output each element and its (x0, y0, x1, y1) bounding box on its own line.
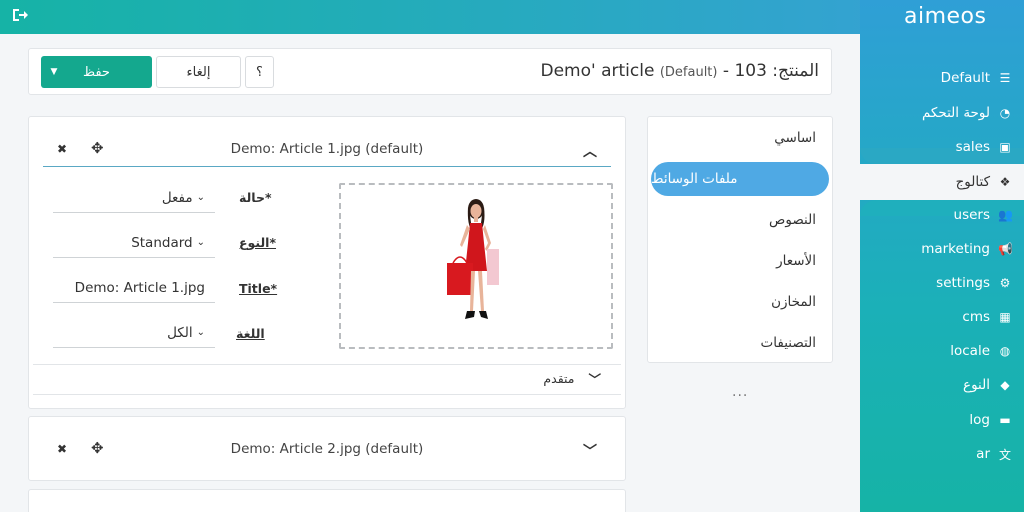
sidebar-item-label: ar (976, 446, 990, 462)
grid-icon: ▦ (999, 310, 1011, 324)
media-card: ✖ ✥ Demo: Article 1.jpg (default) ︿ مفعل… (28, 116, 626, 409)
tab-texts[interactable]: النصوص (769, 212, 816, 228)
list-icon: ☰ (999, 71, 1011, 85)
sidebar-item-users[interactable]: users 👥 (953, 204, 1013, 226)
language-icon: 文 (998, 447, 1011, 462)
chevron-down-icon: ⌄ (196, 327, 205, 338)
caret-down-icon[interactable]: ▼ (41, 67, 67, 77)
tab-categories[interactable]: التصنيفات (761, 335, 816, 351)
title-field[interactable]: Demo: Article 1.jpg (53, 273, 215, 303)
sidebar-item-catalog[interactable]: كتالوج ❖ (956, 171, 1012, 193)
sidebar-item-label: sales (955, 139, 990, 155)
advanced-label: متقدم (543, 371, 575, 386)
media-card-title: Demo: Article 1.jpg (default) (230, 141, 424, 157)
sidebar-item-label: marketing (921, 241, 990, 257)
sidebar-item-sales[interactable]: sales ▣ (956, 136, 1012, 158)
product-image (447, 199, 499, 319)
divider (33, 394, 621, 395)
sidebar-item-label: log (969, 412, 990, 428)
tab-media-label: ملفات الوسائط (651, 171, 738, 187)
page-title-site: (Default) (659, 65, 718, 80)
tab-stock[interactable]: المخازن (771, 294, 816, 310)
users-icon: 👥 (998, 208, 1013, 222)
status-label: حالة* (239, 190, 272, 205)
more-tabs-button[interactable]: ... (732, 384, 748, 400)
money-icon: ▣ (999, 140, 1011, 154)
sidebar-item-label: النوع (963, 377, 990, 393)
page-title-name: Demo' article (540, 61, 655, 81)
title-field-value: Demo: Article 1.jpg (74, 279, 205, 296)
archive-icon: ▬ (999, 413, 1011, 427)
chevron-down-icon: ⌄ (196, 237, 205, 248)
language-label: اللغة (236, 326, 265, 341)
save-button-label: حفظ (83, 64, 110, 80)
save-button[interactable]: ▼ حفظ (41, 56, 152, 88)
media-card: ✖ ✥ Demo: Article 2.jpg (default) ﹀ (28, 416, 626, 481)
type-select-value: Standard (131, 234, 193, 251)
tag-icon: ◆ (1000, 378, 1010, 392)
tab-basic[interactable]: اساسي (774, 130, 816, 146)
sidebar-item-type[interactable]: النوع ◆ (963, 374, 1012, 396)
bullhorn-icon: 📢 (998, 242, 1013, 256)
sidebar-item-dashboard[interactable]: لوحة التحكم ◔ (922, 102, 1012, 124)
chevron-down-icon: ﹀ (588, 372, 601, 387)
sidebar-item-locale[interactable]: locale ◍ (950, 340, 1012, 362)
section-tabs: اساسي ملفات الوسائط النصوص الأسعار المخا… (647, 116, 833, 363)
cubes-icon: ❖ (999, 175, 1011, 189)
sidebar-item-default[interactable]: Default ☰ (941, 67, 1012, 89)
sidebar-item-label: locale (950, 343, 990, 359)
globe-icon: ◍ (999, 344, 1011, 358)
sidebar-item-marketing[interactable]: marketing 📢 (921, 238, 1013, 260)
media-card-header[interactable]: ✖ ✥ Demo: Article 2.jpg (default) ﹀ (43, 433, 611, 467)
help-button[interactable]: ؟ (245, 56, 274, 88)
language-select-value: الكل (167, 324, 193, 341)
sidebar-item-label: لوحة التحكم (921, 105, 990, 121)
status-select-value: مفعل (161, 189, 193, 206)
item-header: ▼ حفظ إلغاء ؟ المنتج: 103 - Demo' articl… (28, 48, 832, 95)
sidebar-item-label: cms (962, 309, 990, 325)
status-select[interactable]: مفعل ⌄ (53, 183, 215, 213)
cogs-icon: ⚙ (999, 276, 1011, 290)
page-title-prefix: المنتج: 103 - (717, 61, 819, 81)
dashboard-icon: ◔ (999, 106, 1011, 120)
sidebar-item-language[interactable]: ar 文 (976, 443, 1012, 465)
tab-media[interactable]: ملفات الوسائط (651, 162, 829, 196)
advanced-toggle[interactable]: متقدم ﹀ (543, 369, 601, 388)
media-card-header[interactable]: ✖ ✥ Demo: Article 1.jpg (default) ︿ (43, 133, 611, 167)
chevron-up-icon[interactable]: ︿ (583, 141, 597, 161)
type-label: النوع* (239, 235, 277, 250)
cancel-button[interactable]: إلغاء (156, 56, 241, 88)
sidebar-item-label: settings (936, 275, 990, 291)
image-dropzone[interactable] (339, 183, 613, 349)
type-select[interactable]: Standard ⌄ (53, 228, 215, 258)
chevron-down-icon[interactable]: ﹀ (583, 441, 597, 461)
logo[interactable]: aimeos (904, 4, 986, 29)
sidebar-item-settings[interactable]: settings ⚙ (936, 272, 1012, 294)
page-title: المنتج: 103 - Demo' article (Default) (541, 61, 820, 81)
media-card (28, 489, 626, 512)
tab-prices[interactable]: الأسعار (776, 253, 816, 269)
divider (33, 364, 621, 365)
sidebar-item-label: كتالوج (955, 174, 990, 190)
chevron-down-icon: ⌄ (196, 192, 205, 203)
sidebar-item-label: Default (940, 70, 990, 86)
sidebar-item-label: users (953, 207, 990, 223)
sidebar-item-cms[interactable]: cms ▦ (962, 306, 1012, 328)
language-select[interactable]: الكل ⌄ (53, 318, 215, 348)
sign-out-icon[interactable] (12, 8, 30, 24)
media-card-title: Demo: Article 2.jpg (default) (230, 441, 424, 457)
title-label: Title* (239, 281, 278, 296)
sidebar-item-log[interactable]: log ▬ (969, 409, 1012, 431)
